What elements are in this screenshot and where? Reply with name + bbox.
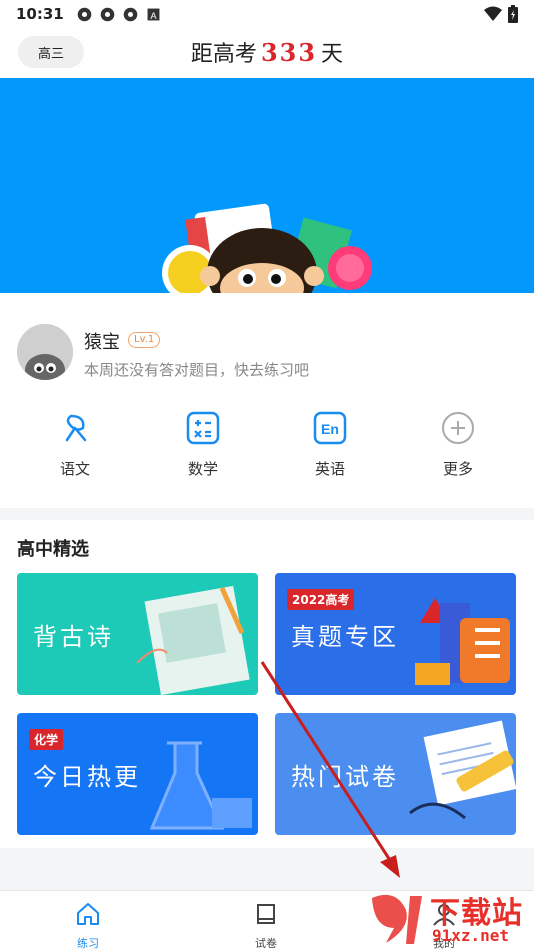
status-right: [484, 5, 518, 23]
app-notification-icon: [77, 7, 92, 21]
subject-chinese[interactable]: 语文: [35, 410, 115, 479]
status-time: 10:31: [16, 5, 64, 23]
subject-math[interactable]: 数学: [163, 410, 243, 479]
tab-label: 试卷: [255, 937, 277, 950]
app-notification-icon: [123, 7, 138, 21]
battery-icon: [508, 5, 518, 23]
app-notification-icon: [100, 7, 115, 21]
countdown-suffix: 天: [321, 42, 344, 67]
subject-more[interactable]: 更多: [418, 410, 498, 479]
tab-practice[interactable]: 练习: [48, 901, 128, 950]
bottom-tab-bar: 练习 试卷 我的: [0, 890, 534, 950]
user-name: 猿宝: [84, 332, 120, 353]
user-icon: [433, 904, 455, 926]
top-header: 高三 距高考 333 天: [0, 28, 534, 78]
avatar[interactable]: [17, 324, 73, 380]
card-title: 真题专区: [291, 623, 399, 651]
hero-banner[interactable]: [0, 78, 534, 293]
practice-hint: 本周还没有答对题目，快去练习吧: [84, 361, 310, 379]
subject-label: 语文: [59, 460, 90, 478]
subject-label: 英语: [314, 460, 345, 478]
gaokao-countdown: 距高考 333 天: [0, 36, 534, 68]
svg-text:A: A: [150, 10, 157, 20]
monkey-mascot-illustration: [162, 203, 372, 293]
tab-label: 练习: [77, 937, 99, 950]
calculator-icon: [186, 411, 220, 445]
profile-panel: 猿宝 Lv.1 本周还没有答对题目，快去练习吧 语文 数学 En 英语 更多: [0, 293, 534, 508]
default-avatar-icon: [17, 324, 73, 380]
wifi-icon: [484, 6, 502, 21]
subject-label: 更多: [442, 460, 473, 478]
home-icon: [77, 903, 99, 925]
english-en-icon: En: [313, 411, 347, 445]
card-daily-updates[interactable]: 化学 今日热更: [17, 713, 258, 835]
tab-label: 我的: [433, 937, 455, 950]
card-tag: 化学: [29, 729, 64, 750]
card-popular-papers[interactable]: 热门试卷: [275, 713, 516, 835]
card-ancient-poems[interactable]: 背古诗: [17, 573, 258, 695]
plus-circle-icon: [442, 412, 474, 444]
a-box-icon: A: [147, 8, 160, 20]
card-title: 今日热更: [33, 763, 141, 791]
featured-section: 高中精选 背古诗 2022高考 真题专区 化学 今日热更 热门试卷: [0, 520, 534, 848]
tab-papers[interactable]: 试卷: [226, 901, 306, 950]
status-bar: 10:31 A: [0, 0, 534, 28]
paper-icon: [257, 904, 275, 924]
svg-text:En: En: [321, 421, 339, 437]
subject-label: 数学: [187, 460, 218, 478]
card-tag: 2022高考: [287, 589, 355, 610]
card-title: 热门试卷: [291, 763, 399, 791]
countdown-prefix: 距高考: [190, 42, 257, 67]
subject-english[interactable]: En 英语: [290, 410, 370, 479]
card-exam-questions[interactable]: 2022高考 真题专区: [275, 573, 516, 695]
card-title: 背古诗: [33, 623, 114, 651]
tab-mine[interactable]: 我的: [404, 901, 484, 950]
level-badge: Lv.1: [128, 332, 161, 348]
countdown-days: 333: [260, 38, 318, 67]
section-title: 高中精选: [17, 539, 89, 560]
chinese-brush-icon: [65, 414, 87, 442]
